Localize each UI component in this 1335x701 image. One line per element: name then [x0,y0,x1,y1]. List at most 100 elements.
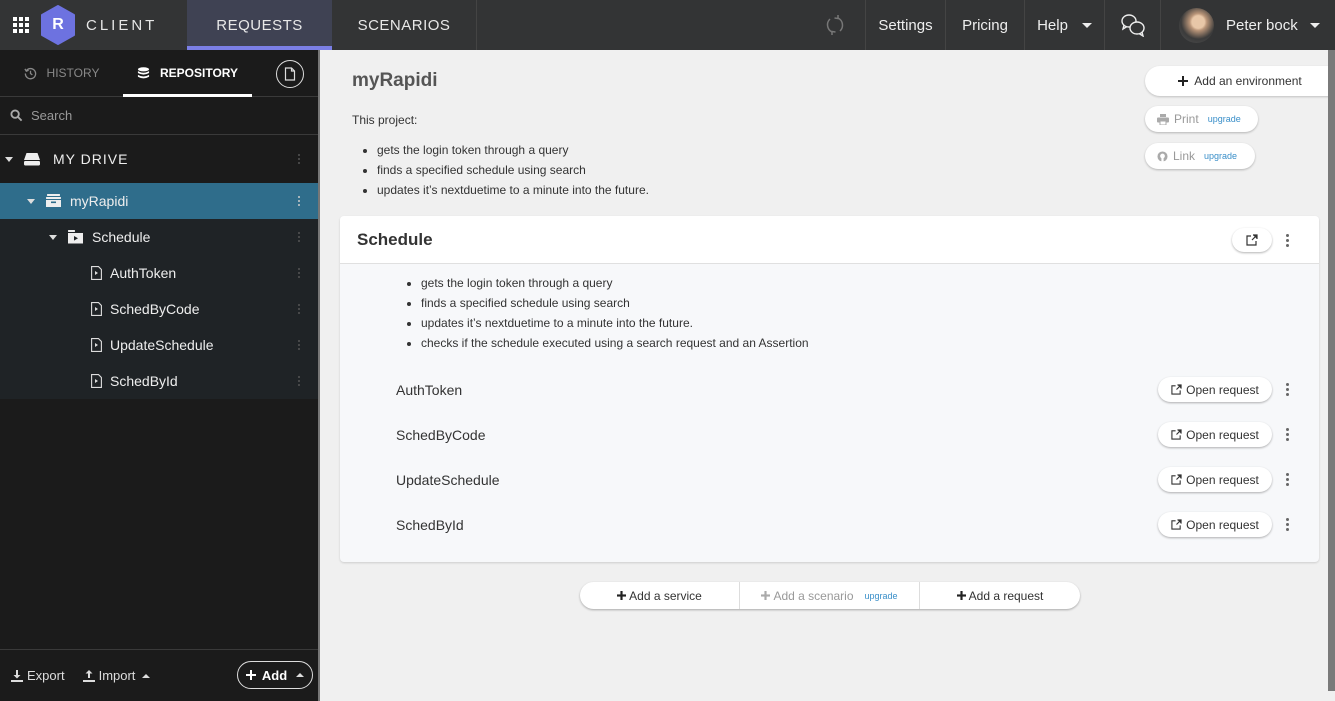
settings-link[interactable]: Settings [865,0,945,50]
search-icon [10,109,23,122]
request-row: AuthToken Open request [340,375,1319,405]
add-label: Add [261,667,288,683]
caret-up-icon [296,673,305,677]
upgrade-badge[interactable]: upgrade [1208,114,1241,124]
caret-up-icon [142,673,151,678]
more-options-icon[interactable] [298,376,300,386]
more-options-icon[interactable] [298,232,300,242]
apps-menu-button[interactable] [0,0,40,50]
print-button[interactable]: Print upgrade [1145,106,1258,132]
export-label: Export [27,668,65,683]
sidebar: HISTORY REPOSITORY MY DRIVE [0,50,320,701]
request-row: SchedByCode Open request [340,420,1319,450]
project-intro: This project: [352,113,418,127]
help-menu[interactable]: Help [1024,0,1104,50]
sync-button[interactable] [805,0,865,50]
tree-item-project[interactable]: myRapidi [0,183,318,219]
more-options-icon[interactable] [298,268,300,278]
pricing-link[interactable]: Pricing [945,0,1024,50]
more-options-icon[interactable] [298,304,300,314]
link-button[interactable]: Link upgrade [1145,143,1255,169]
chat-button[interactable] [1104,0,1160,50]
avatar [1179,7,1214,43]
chat-bubbles-icon [1120,14,1145,37]
more-options-icon[interactable] [298,340,300,350]
more-options-icon[interactable] [1286,383,1289,396]
more-options-icon[interactable] [1286,473,1289,486]
add-service-button[interactable]: Add a service [580,582,740,609]
apps-grid-icon [13,17,29,33]
open-scenario-button[interactable] [1232,228,1272,252]
add-service-label: Add a service [629,588,702,603]
user-menu[interactable]: Peter bock [1160,0,1335,50]
request-name: AuthToken [396,382,463,398]
user-name: Peter bock [1226,16,1298,34]
upgrade-badge[interactable]: upgrade [865,591,898,601]
sidebar-footer: Export Import Add [0,649,318,701]
open-request-button[interactable]: Open request [1158,512,1272,537]
scenario-card: Schedule gets the login token through a … [340,216,1319,562]
open-request-button[interactable]: Open request [1158,467,1272,492]
help-label: Help [1037,16,1068,34]
open-request-button[interactable]: Open request [1158,377,1272,402]
add-button[interactable]: Add [237,661,313,689]
tree-item-request[interactable]: SchedByCode [0,291,318,327]
project-description: gets the login token through a query fin… [377,140,649,200]
tab-repository[interactable]: REPOSITORY [123,50,252,97]
open-request-button[interactable]: Open request [1158,422,1272,447]
more-options-icon[interactable] [298,196,300,206]
tab-history[interactable]: HISTORY [0,50,123,96]
request-name: UpdateSchedule [396,472,500,488]
tab-requests[interactable]: REQUESTS [187,0,332,50]
request-file-icon [91,266,102,280]
plus-icon [1178,76,1189,86]
external-link-icon [1171,429,1182,440]
my-drive-row[interactable]: MY DRIVE [0,135,318,183]
print-label: Print [1174,112,1199,126]
tree-item-label: SchedByCode [110,301,200,317]
more-options-icon[interactable] [298,154,300,164]
add-request-button[interactable]: Add a request [920,582,1080,609]
plus-icon [956,591,966,600]
more-options-icon[interactable] [1286,234,1289,247]
search-input[interactable] [31,108,311,123]
card-description: gets the login token through a query fin… [421,273,809,353]
tree-item-folder[interactable]: Schedule [0,219,318,255]
external-link-icon [1171,519,1182,530]
plus-icon [617,591,627,600]
sync-icon [826,15,844,35]
new-document-button[interactable] [276,60,304,88]
repository-tree: myRapidi Schedule AuthToken SchedByCode [0,183,318,399]
tree-item-request[interactable]: SchedById [0,363,318,399]
tree-item-request[interactable]: AuthToken [0,255,318,291]
add-scenario-button[interactable]: Add a scenario upgrade [740,582,920,609]
request-file-icon [91,338,102,352]
main-scrollbar[interactable] [1328,50,1335,691]
upgrade-badge[interactable]: upgrade [1204,151,1237,161]
description-item: updates it’s nextduetime to a minute int… [421,313,809,333]
printer-icon [1157,113,1169,125]
tree-item-request[interactable]: UpdateSchedule [0,327,318,363]
sidebar-tabs: HISTORY REPOSITORY [0,50,318,97]
add-scenario-label: Add a scenario [773,588,854,603]
tree-item-label: AuthToken [110,265,177,281]
description-item: finds a specified schedule using search [421,293,809,313]
link-label: Link [1173,149,1196,163]
open-request-label: Open request [1186,427,1259,442]
tab-scenarios[interactable]: SCENARIOS [332,0,477,50]
request-file-icon [91,302,102,316]
export-button[interactable]: Export [11,668,65,683]
more-options-icon[interactable] [1286,428,1289,441]
card-header: Schedule [340,216,1319,264]
description-item: checks if the schedule executed using a … [421,333,809,353]
open-request-label: Open request [1186,382,1259,397]
database-icon [137,66,150,78]
logo-hexagon-icon: R [40,5,76,45]
caret-down-icon [27,198,35,204]
add-environment-button[interactable]: Add an environment [1145,66,1335,96]
request-row: UpdateSchedule Open request [340,465,1319,495]
import-button[interactable]: Import [82,668,151,683]
add-environment-label: Add an environment [1194,74,1302,88]
more-options-icon[interactable] [1286,518,1289,531]
history-icon [23,67,36,79]
